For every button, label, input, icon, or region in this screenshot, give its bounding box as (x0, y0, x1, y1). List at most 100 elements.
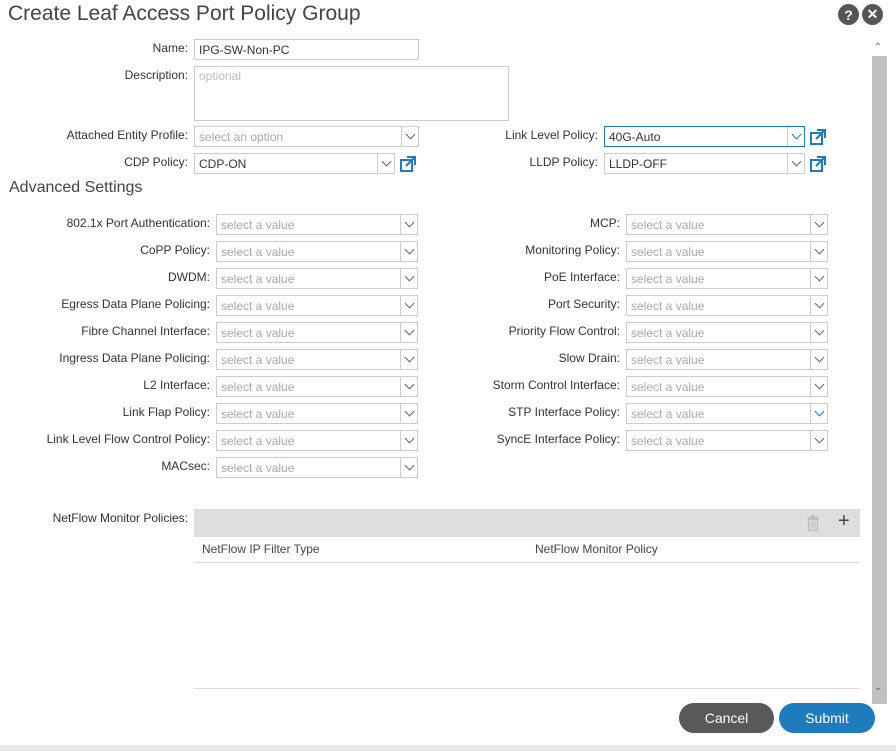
lldp-dropdown-icon[interactable] (787, 154, 804, 173)
chevron-down-icon[interactable] (400, 296, 417, 315)
name-label: Name: (152, 41, 188, 55)
adv-left-select-7[interactable]: select a value (216, 403, 418, 424)
select-placeholder: select a value (631, 217, 705, 232)
cdp-value: CDP-ON (199, 156, 247, 171)
scroll-up-icon[interactable]: ⌃ (870, 40, 886, 56)
chevron-down-icon[interactable] (400, 242, 417, 261)
adv-right-select-8[interactable]: select a value (626, 430, 828, 451)
link-level-select[interactable]: 40G-Auto (604, 126, 805, 147)
scrollbar[interactable]: ⌃ ⌄ (870, 40, 887, 704)
select-placeholder: select a value (221, 352, 295, 367)
link-level-label: Link Level Policy: (505, 128, 598, 142)
netflow-label: NetFlow Monitor Policies: (52, 511, 188, 525)
adv-left-select-8[interactable]: select a value (216, 430, 418, 451)
select-placeholder: select a value (221, 217, 295, 232)
adv-left-select-3[interactable]: select a value (216, 295, 418, 316)
adv-right-label-3: Port Security: (547, 297, 620, 311)
help-icon: ? (844, 6, 853, 23)
adv-right-label-5: Slow Drain: (558, 351, 620, 365)
cdp-open-external-icon[interactable] (400, 156, 416, 172)
select-placeholder: select a value (631, 271, 705, 286)
name-input[interactable]: IPG-SW-Non-PC (194, 39, 419, 60)
select-placeholder: select a value (221, 460, 295, 475)
chevron-down-icon[interactable] (810, 215, 827, 234)
chevron-down-icon[interactable] (810, 404, 827, 423)
chevron-down-icon[interactable] (400, 458, 417, 477)
chevron-down-icon[interactable] (810, 350, 827, 369)
link-level-open-external-icon[interactable] (810, 129, 826, 145)
description-label: Description: (124, 68, 188, 82)
cdp-dropdown-icon[interactable] (377, 154, 394, 173)
cancel-button[interactable]: Cancel (679, 703, 774, 733)
select-placeholder: select a value (631, 379, 705, 394)
lldp-select[interactable]: LLDP-OFF (604, 153, 805, 174)
chevron-down-icon[interactable] (810, 296, 827, 315)
netflow-toolbar: + (194, 509, 860, 537)
help-button[interactable]: ? (838, 4, 859, 25)
adv-right-select-4[interactable]: select a value (626, 322, 828, 343)
netflow-header-divider (194, 562, 860, 563)
chevron-down-icon[interactable] (400, 377, 417, 396)
adv-left-select-2[interactable]: select a value (216, 268, 418, 289)
chevron-down-icon[interactable] (810, 431, 827, 450)
select-placeholder: select a value (631, 406, 705, 421)
chevron-down-icon[interactable] (400, 323, 417, 342)
adv-left-select-1[interactable]: select a value (216, 241, 418, 262)
netflow-col-monitor-policy[interactable]: NetFlow Monitor Policy (535, 542, 658, 556)
submit-button[interactable]: Submit (779, 703, 875, 733)
adv-right-label-7: STP Interface Policy: (508, 405, 620, 419)
adv-left-select-6[interactable]: select a value (216, 376, 418, 397)
chevron-down-icon[interactable] (400, 269, 417, 288)
adv-right-label-8: SyncE Interface Policy: (496, 432, 620, 446)
scroll-down-icon[interactable]: ⌄ (870, 680, 886, 696)
adv-right-select-3[interactable]: select a value (626, 295, 828, 316)
adv-left-label-4: Fibre Channel Interface: (81, 324, 210, 338)
adv-left-label-7: Link Flap Policy: (122, 405, 210, 419)
aep-select[interactable]: select an option (194, 126, 419, 147)
adv-left-label-3: Egress Data Plane Policing: (61, 297, 210, 311)
cdp-label: CDP Policy: (124, 155, 188, 169)
chevron-down-icon[interactable] (400, 431, 417, 450)
close-icon: ✕ (866, 6, 879, 22)
chevron-down-icon[interactable] (400, 404, 417, 423)
adv-right-select-2[interactable]: select a value (626, 268, 828, 289)
chevron-down-icon[interactable] (810, 269, 827, 288)
chevron-down-icon[interactable] (400, 350, 417, 369)
adv-right-select-6[interactable]: select a value (626, 376, 828, 397)
advanced-settings-heading: Advanced Settings (9, 179, 143, 196)
adv-left-select-5[interactable]: select a value (216, 349, 418, 370)
chevron-down-icon[interactable] (810, 242, 827, 261)
select-placeholder: select a value (631, 244, 705, 259)
adv-right-label-1: Monitoring Policy: (525, 243, 620, 257)
trash-icon[interactable] (806, 515, 820, 531)
adv-left-select-4[interactable]: select a value (216, 322, 418, 343)
adv-left-select-0[interactable]: select a value (216, 214, 418, 235)
adv-right-label-2: PoE Interface: (543, 270, 620, 284)
lldp-open-external-icon[interactable] (810, 156, 826, 172)
adv-right-select-0[interactable]: select a value (626, 214, 828, 235)
adv-right-select-5[interactable]: select a value (626, 349, 828, 370)
chevron-down-icon[interactable] (810, 377, 827, 396)
lldp-value: LLDP-OFF (609, 156, 668, 171)
adv-right-select-1[interactable]: select a value (626, 241, 828, 262)
close-button[interactable]: ✕ (862, 4, 883, 25)
netflow-col-filter-type[interactable]: NetFlow IP Filter Type (202, 542, 320, 556)
cdp-select[interactable]: CDP-ON (194, 153, 395, 174)
description-textarea[interactable]: optional (194, 66, 509, 121)
select-placeholder: select a value (221, 406, 295, 421)
adv-right-select-7[interactable]: select a value (626, 403, 828, 424)
aep-dropdown-icon[interactable] (401, 127, 418, 146)
chevron-down-icon[interactable] (810, 323, 827, 342)
netflow-bottom-divider (194, 688, 860, 689)
adv-left-label-1: CoPP Policy: (140, 243, 210, 257)
link-level-dropdown-icon[interactable] (787, 127, 804, 146)
adv-left-select-9[interactable]: select a value (216, 457, 418, 478)
adv-left-label-5: Ingress Data Plane Policing: (59, 351, 210, 365)
name-value: IPG-SW-Non-PC (199, 42, 290, 57)
chevron-down-icon[interactable] (400, 215, 417, 234)
scroll-thumb[interactable] (872, 56, 887, 704)
add-icon[interactable]: + (838, 510, 850, 533)
adv-right-label-0: MCP: (590, 216, 620, 230)
bottom-edge (0, 745, 896, 751)
adv-left-label-2: DWDM: (168, 270, 210, 284)
